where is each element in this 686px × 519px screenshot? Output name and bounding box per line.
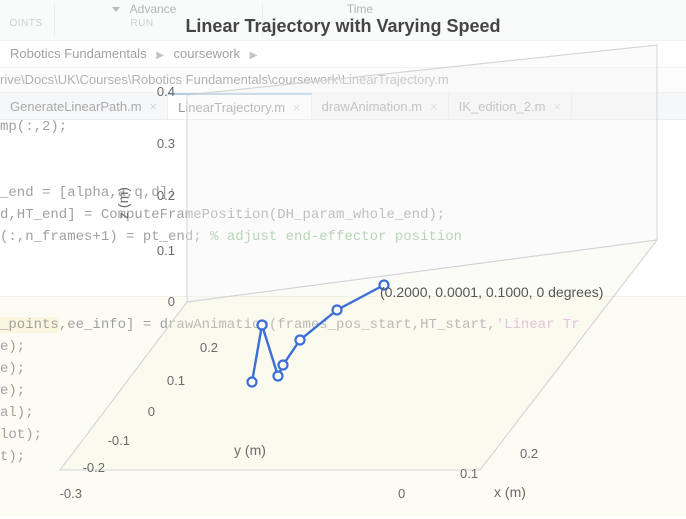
trajectory-marker [279, 361, 288, 370]
z-tick: 0.2 [157, 188, 175, 203]
trajectory-marker [248, 378, 257, 387]
y-tick: -0.1 [108, 433, 130, 448]
z-axis-label: z (m) [115, 187, 131, 219]
trajectory-marker [274, 372, 283, 381]
y-tick: 0.2 [200, 340, 218, 355]
trajectory-marker [296, 336, 305, 345]
z-tick: 0.1 [157, 243, 175, 258]
endpoint-annotation: (0.2000, 0.0001, 0.1000, 0 degrees) [380, 284, 603, 300]
trajectory-marker [258, 321, 267, 330]
z-tick: 0 [168, 294, 175, 309]
trajectory-marker [333, 306, 342, 315]
z-tick: 0.4 [157, 84, 175, 99]
x-tick: 0.1 [460, 466, 478, 481]
y-axis-label: y (m) [234, 442, 266, 458]
y-tick: -0.2 [83, 460, 105, 475]
axes-3d[interactable]: 0 0.1 0.2 0.3 0.4 z (m) 0.2 0.1 0 -0.1 -… [0, 0, 686, 516]
x-tick: 0.2 [520, 446, 538, 461]
z-tick: 0.3 [157, 136, 175, 151]
x-axis-label: x (m) [494, 484, 526, 500]
x-tick: 0 [398, 486, 405, 501]
y-tick: -0.3 [60, 486, 82, 501]
figure-window: Linear Trajectory with Varying Speed 0 0 [0, 0, 686, 516]
y-tick: 0 [148, 404, 155, 419]
y-tick: 0.1 [167, 373, 185, 388]
